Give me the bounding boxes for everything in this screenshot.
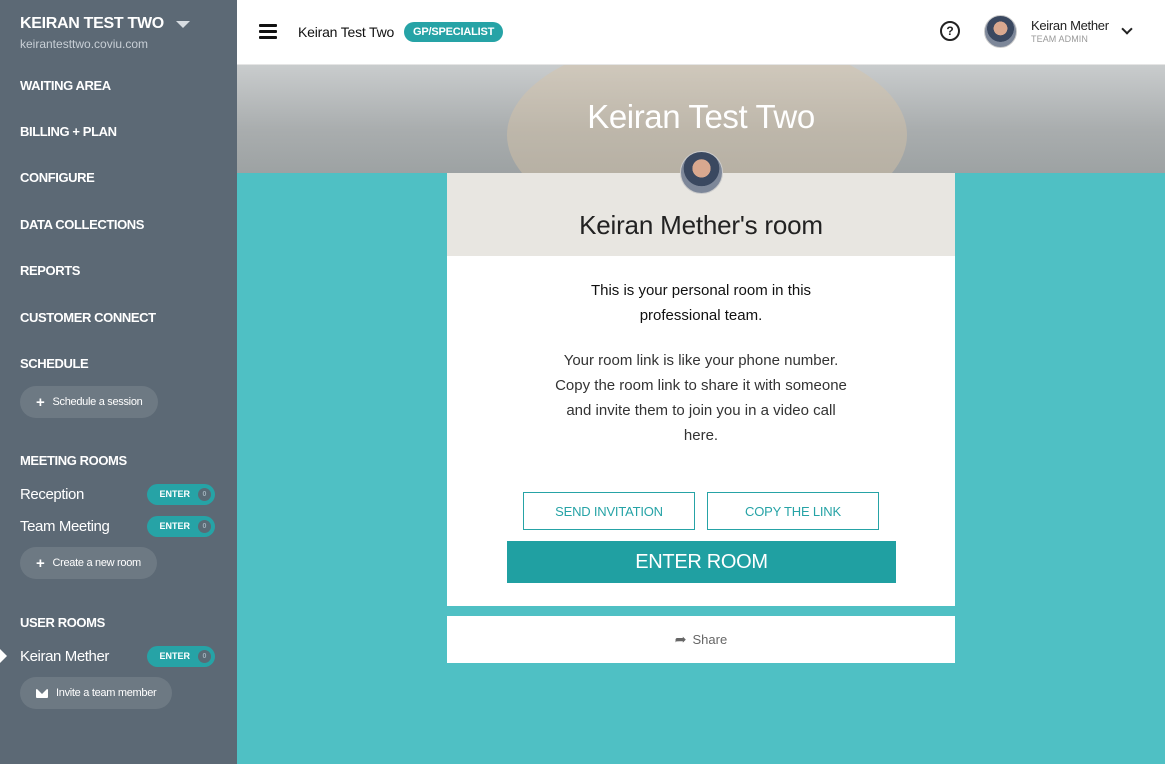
schedule-session-label: Schedule a session xyxy=(52,396,143,408)
user-rooms-title: USER ROOMS xyxy=(20,615,105,630)
avatar[interactable] xyxy=(984,15,1017,48)
plus-icon: + xyxy=(36,554,45,572)
send-invitation-button[interactable]: SEND INVITATION xyxy=(523,492,695,530)
room-title: Keiran Mether's room xyxy=(579,210,823,240)
nav-configure[interactable]: CONFIGURE xyxy=(20,170,95,185)
user-role: TEAM ADMIN xyxy=(1031,34,1089,44)
nav-customer-connect[interactable]: CUSTOMER CONNECT xyxy=(20,310,156,325)
room-name[interactable]: Keiran Mether xyxy=(20,648,109,665)
enter-room-button[interactable]: ENTER 0 xyxy=(147,515,215,537)
room-link-description: Your room link is like your phone number… xyxy=(555,352,847,444)
hero-title: Keiran Test Two xyxy=(587,98,815,135)
room-name[interactable]: Reception xyxy=(20,486,84,503)
enter-room-main-button[interactable]: ENTER ROOM xyxy=(507,541,896,583)
participant-count: 0 xyxy=(198,649,211,663)
room-owner-avatar xyxy=(680,151,723,194)
create-room-button[interactable]: + Create a new room xyxy=(20,547,157,579)
specialty-badge: GP/SPECIALIST xyxy=(404,22,504,42)
chevron-down-icon[interactable] xyxy=(1121,23,1133,35)
nav-schedule[interactable]: SCHEDULE xyxy=(20,356,89,371)
invite-team-member-label: Invite a team member xyxy=(56,687,157,699)
share-label: Share xyxy=(692,632,728,647)
nav-data-collections[interactable]: DATA COLLECTIONS xyxy=(20,217,144,232)
menu-icon[interactable] xyxy=(259,24,277,39)
share-icon: ➦ xyxy=(674,631,687,647)
meeting-room-reception: Reception ENTER 0 xyxy=(20,483,215,505)
nav-waiting-area[interactable]: WAITING AREA xyxy=(20,78,111,93)
share-button[interactable]: ➦ Share xyxy=(447,616,955,663)
create-room-label: Create a new room xyxy=(52,557,141,569)
meeting-rooms-title: MEETING ROOMS xyxy=(20,453,127,468)
room-name[interactable]: Team Meeting xyxy=(20,518,110,535)
top-team-name: Keiran Test Two xyxy=(298,24,395,40)
plus-icon: + xyxy=(36,393,45,411)
enter-room-button[interactable]: ENTER 0 xyxy=(147,483,215,505)
nav-billing-plan[interactable]: BILLING + PLAN xyxy=(20,124,117,139)
room-card-header: Keiran Mether's room xyxy=(447,151,955,256)
nav-reports[interactable]: REPORTS xyxy=(20,263,80,278)
copy-link-button[interactable]: COPY THE LINK xyxy=(707,492,879,530)
mail-icon xyxy=(36,688,48,698)
user-name[interactable]: Keiran Mether xyxy=(1031,18,1109,33)
team-name: KEIRAN TEST TWO xyxy=(20,15,164,32)
invite-team-member-button[interactable]: Invite a team member xyxy=(20,677,173,709)
team-switcher[interactable]: KEIRAN TEST TWO keirantesttwo.coviu.com xyxy=(20,15,190,51)
caret-down-icon xyxy=(175,20,190,28)
meeting-room-team-meeting: Team Meeting ENTER 0 xyxy=(20,515,215,537)
enter-label: ENTER xyxy=(159,489,190,499)
participant-count: 0 xyxy=(198,487,211,501)
enter-label: ENTER xyxy=(159,651,190,661)
room-card: Keiran Mether's room This is your person… xyxy=(447,151,955,606)
enter-label: ENTER xyxy=(159,521,190,531)
help-icon[interactable]: ? xyxy=(940,21,960,41)
participant-count: 0 xyxy=(198,519,211,533)
personal-room-text: This is your personal room in this profe… xyxy=(590,282,812,324)
team-url: keirantesttwo.coviu.com xyxy=(20,37,149,51)
sidebar: KEIRAN TEST TWO keirantesttwo.coviu.com … xyxy=(0,0,237,764)
top-bar: Keiran Test Two GP/SPECIALIST ? Keiran M… xyxy=(237,0,1165,65)
team-switcher-button[interactable]: KEIRAN TEST TWO xyxy=(20,15,190,33)
enter-room-button[interactable]: ENTER 0 xyxy=(147,645,215,667)
active-room-indicator-icon xyxy=(0,649,7,663)
schedule-session-button[interactable]: + Schedule a session xyxy=(20,386,159,418)
user-room-keiran-mether: Keiran Mether ENTER 0 xyxy=(20,645,215,667)
